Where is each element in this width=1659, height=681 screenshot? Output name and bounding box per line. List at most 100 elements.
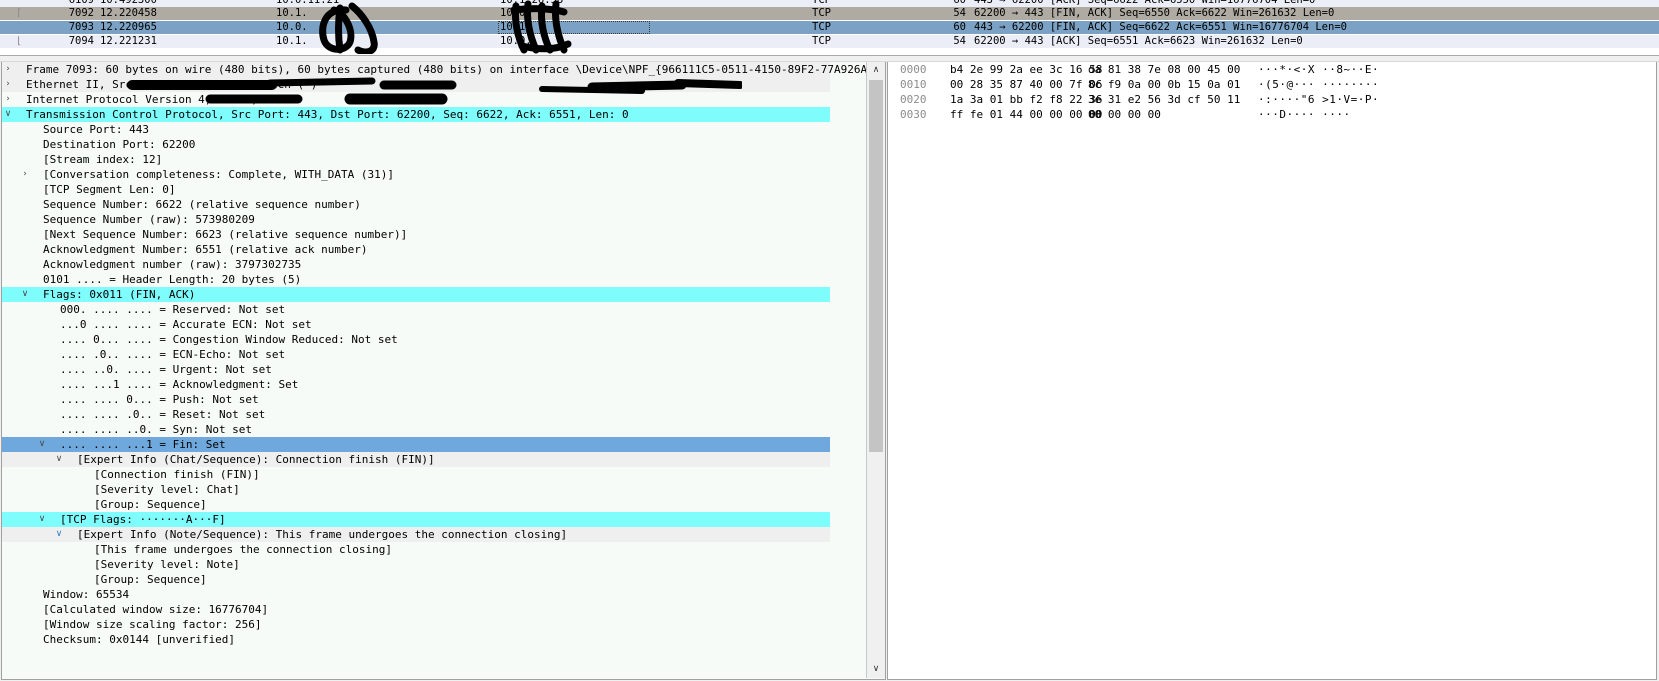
detail-tree-row[interactable]: .... ..0. .... = Urgent: Not set bbox=[2, 362, 866, 377]
detail-tree-label: Acknowledgment Number: 6551 (relative ac… bbox=[43, 243, 368, 256]
detail-tree-label: Sequence Number: 6622 (relative sequence… bbox=[43, 198, 361, 211]
detail-tree-row[interactable]: [TCP Segment Len: 0] bbox=[2, 182, 866, 197]
detail-tree-label: [Connection finish (FIN)] bbox=[94, 468, 260, 481]
hex-bytes-right: 00 00 00 00 bbox=[1088, 108, 1161, 121]
packet-dst: 10.1. bbox=[500, 21, 532, 33]
detail-tree-row[interactable]: .... ...1 .... = Acknowledgment: Set bbox=[2, 377, 866, 392]
detail-tree-row[interactable]: › [Conversation completeness: Complete, W… bbox=[2, 167, 866, 182]
detail-tree-row[interactable]: › Frame 7093: 60 bytes on wire (480 bits)… bbox=[2, 62, 866, 77]
packet-info: 443 → 62200 [FIN, ACK] Seq=6622 Ack=6551… bbox=[974, 21, 1347, 33]
detail-tree-label: [TCP Flags: ·······A···F] bbox=[60, 513, 226, 526]
hex-dump-row[interactable]: 0000 b4 2e 99 2a ee 3c 16 58 da 81 38 7e 0… bbox=[888, 62, 1656, 77]
detail-tree-row[interactable]: [This frame undergoes the connection clo… bbox=[2, 542, 866, 557]
detail-tree-row[interactable]: .... .0.. .... = ECN-Echo: Not set bbox=[2, 347, 866, 362]
detail-tree-label: Sequence Number (raw): 573980209 bbox=[43, 213, 255, 226]
detail-tree-label: .... ...1 .... = Acknowledgment: Set bbox=[60, 378, 299, 391]
hex-dump[interactable]: 0000 b4 2e 99 2a ee 3c 16 58 da 81 38 7e 0… bbox=[888, 62, 1656, 122]
hex-bytes-left: 1a 3a 01 bb f2 f8 22 36 bbox=[950, 93, 1103, 106]
detail-tree-row[interactable]: ...0 .... .... = Accurate ECN: Not set bbox=[2, 317, 866, 332]
detail-tree-row[interactable]: [Severity level: Note] bbox=[2, 557, 866, 572]
packet-list-pane[interactable]: 6109 10.492300 10.0.11.21 10.1.26.58 TCP… bbox=[0, 0, 1659, 55]
tree-gutter-icon bbox=[16, 21, 38, 34]
detail-tree-row[interactable]: .... .... 0... = Push: Not set bbox=[2, 392, 866, 407]
detail-tree-row[interactable]: .... .... ..0. = Syn: Not set bbox=[2, 422, 866, 437]
packet-time: 10.492300 bbox=[100, 0, 157, 6]
detail-tree-row[interactable]: [Group: Sequence] bbox=[2, 497, 866, 512]
hex-dump-row[interactable]: 0020 1a 3a 01 bb f2 f8 22 36 3e 31 e2 56 3… bbox=[888, 92, 1656, 107]
detail-tree-row[interactable]: 000. .... .... = Reserved: Not set bbox=[2, 302, 866, 317]
detail-tree-label: Destination Port: 62200 bbox=[43, 138, 196, 151]
chevron-down-icon[interactable]: ∨ bbox=[53, 452, 65, 467]
detail-tree-row[interactable]: Source Port: 443 bbox=[2, 122, 866, 137]
chevron-down-icon[interactable]: ∨ bbox=[19, 287, 31, 302]
packet-proto: TCP bbox=[812, 7, 831, 19]
detail-tree-row[interactable]: [Connection finish (FIN)] bbox=[2, 467, 866, 482]
table-row[interactable]: ⌊ 7094 12.221231 10.1. 10.0. TCP 54 6220… bbox=[0, 35, 1659, 48]
detail-tree-row[interactable]: ∨ [Expert Info (Note/Sequence): This fram… bbox=[2, 527, 830, 542]
chevron-down-icon[interactable]: ∨ bbox=[2, 107, 14, 122]
detail-tree-label: .... ..0. .... = Urgent: Not set bbox=[60, 363, 272, 376]
detail-tree-row[interactable]: ∨ Transmission Control Protocol, Src Port… bbox=[2, 107, 830, 122]
detail-tree-row[interactable]: [Stream index: 12] bbox=[2, 152, 866, 167]
detail-tree-row[interactable]: › Internet Protocol Version 4, Src: , Dst… bbox=[2, 92, 866, 107]
detail-tree-row[interactable]: .... 0... .... = Congestion Window Reduc… bbox=[2, 332, 866, 347]
hex-dump-row[interactable]: 0010 00 28 35 87 40 00 7f 06 8c f9 0a 00 0… bbox=[888, 77, 1656, 92]
chevron-right-icon[interactable]: › bbox=[2, 62, 14, 77]
scroll-up-icon[interactable]: ∧ bbox=[867, 62, 885, 79]
hex-dump-row[interactable]: 0030 ff fe 01 44 00 00 00 00 00 00 00 00 ··… bbox=[888, 107, 1656, 122]
detail-tree-row[interactable]: Acknowledgment number (raw): 3797302735 bbox=[2, 257, 866, 272]
detail-tree-label: [TCP Segment Len: 0] bbox=[43, 183, 176, 196]
detail-tree-row[interactable]: › Ethernet II, Src: ( ), Dst: GigaByteTec… bbox=[2, 77, 830, 92]
detail-tree-row[interactable]: Sequence Number: 6622 (relative sequence… bbox=[2, 197, 866, 212]
packet-len: 60 bbox=[953, 0, 966, 6]
chevron-right-icon[interactable]: › bbox=[19, 167, 31, 182]
detail-tree-label: .... .0.. .... = ECN-Echo: Not set bbox=[60, 348, 286, 361]
table-row-selected[interactable]: 7093 12.220965 10.0. 10.1. TCP 60 443 → … bbox=[0, 21, 1659, 34]
detail-tree-label: Internet Protocol Version 4, Src: , Dst: bbox=[26, 93, 291, 106]
detail-tree-row[interactable]: ∨ Flags: 0x011 (FIN, ACK) bbox=[2, 287, 830, 302]
detail-tree-row[interactable]: Window: 65534 bbox=[2, 587, 866, 602]
detail-tree-label: ...0 .... .... = Accurate ECN: Not set bbox=[60, 318, 312, 331]
detail-tree-row[interactable]: ∨ .... .... ...1 = Fin: Set bbox=[2, 437, 830, 452]
table-row[interactable]: 6109 10.492300 10.0.11.21 10.1.26.58 TCP… bbox=[0, 0, 1659, 7]
detail-tree-label: .... .... .0.. = Reset: Not set bbox=[60, 408, 266, 421]
detail-tree-label: [Calculated window size: 16776704] bbox=[43, 603, 269, 616]
table-row[interactable]: ⌈ 7092 12.220458 10.1. 10.0. TCP 54 6220… bbox=[0, 7, 1659, 20]
pane-splitter[interactable] bbox=[0, 55, 1659, 62]
chevron-down-icon[interactable]: ∨ bbox=[36, 512, 48, 527]
detail-tree-row[interactable]: 0101 .... = Header Length: 20 bytes (5) bbox=[2, 272, 866, 287]
detail-tree-row[interactable]: .... .... .0.. = Reset: Not set bbox=[2, 407, 866, 422]
detail-tree-row[interactable]: [Next Sequence Number: 6623 (relative se… bbox=[2, 227, 866, 242]
detail-tree-row[interactable]: Checksum: 0x0144 [unverified] bbox=[2, 632, 866, 647]
detail-tree-row[interactable]: Acknowledgment Number: 6551 (relative ac… bbox=[2, 242, 866, 257]
detail-tree-row[interactable]: [Calculated window size: 16776704] bbox=[2, 602, 866, 617]
packet-time: 12.221231 bbox=[100, 35, 157, 47]
detail-tree-row[interactable]: ∨ [TCP Flags: ·······A···F] bbox=[2, 512, 830, 527]
detail-tree-label: .... .... 0... = Push: Not set bbox=[60, 393, 259, 406]
detail-tree-label: [Expert Info (Note/Sequence): This frame… bbox=[77, 528, 568, 541]
hex-bytes-right: 8c f9 0a 00 0b 15 0a 01 bbox=[1088, 78, 1241, 91]
packet-dst: 10.0. bbox=[500, 7, 532, 19]
detail-tree-row[interactable]: [Window size scaling factor: 256] bbox=[2, 617, 866, 632]
detail-tree-label: .... .... ...1 = Fin: Set bbox=[60, 438, 226, 451]
chevron-down-icon[interactable]: ∨ bbox=[36, 437, 48, 452]
chevron-right-icon[interactable]: › bbox=[2, 77, 14, 92]
packet-dst: 10.0. bbox=[500, 35, 532, 47]
packet-detail-pane[interactable]: › Frame 7093: 60 bytes on wire (480 bits)… bbox=[1, 62, 886, 680]
chevron-down-icon[interactable]: ∨ bbox=[53, 527, 65, 542]
detail-tree-row[interactable]: Destination Port: 62200 bbox=[2, 137, 866, 152]
detail-tree-label: [Next Sequence Number: 6623 (relative se… bbox=[43, 228, 408, 241]
detail-tree-row[interactable]: [Severity level: Chat] bbox=[2, 482, 866, 497]
detail-scrollbar[interactable]: ∧ ∨ bbox=[866, 62, 885, 678]
scroll-down-icon[interactable]: ∨ bbox=[867, 661, 885, 678]
detail-tree-row[interactable]: Sequence Number (raw): 573980209 bbox=[2, 212, 866, 227]
detail-tree-label: Acknowledgment number (raw): 3797302735 bbox=[43, 258, 302, 271]
detail-tree-row[interactable]: ∨ [Expert Info (Chat/Sequence): Connectio… bbox=[2, 452, 830, 467]
scrollbar-thumb[interactable] bbox=[869, 80, 883, 452]
detail-tree-row[interactable]: [Group: Sequence] bbox=[2, 572, 866, 587]
chevron-right-icon[interactable]: › bbox=[2, 92, 14, 107]
detail-tree[interactable]: › Frame 7093: 60 bytes on wire (480 bits)… bbox=[2, 62, 866, 679]
detail-tree-label: Source Port: 443 bbox=[43, 123, 149, 136]
packet-len: 54 bbox=[953, 35, 966, 47]
packet-bytes-pane[interactable]: 0000 b4 2e 99 2a ee 3c 16 58 da 81 38 7e 0… bbox=[887, 62, 1657, 680]
